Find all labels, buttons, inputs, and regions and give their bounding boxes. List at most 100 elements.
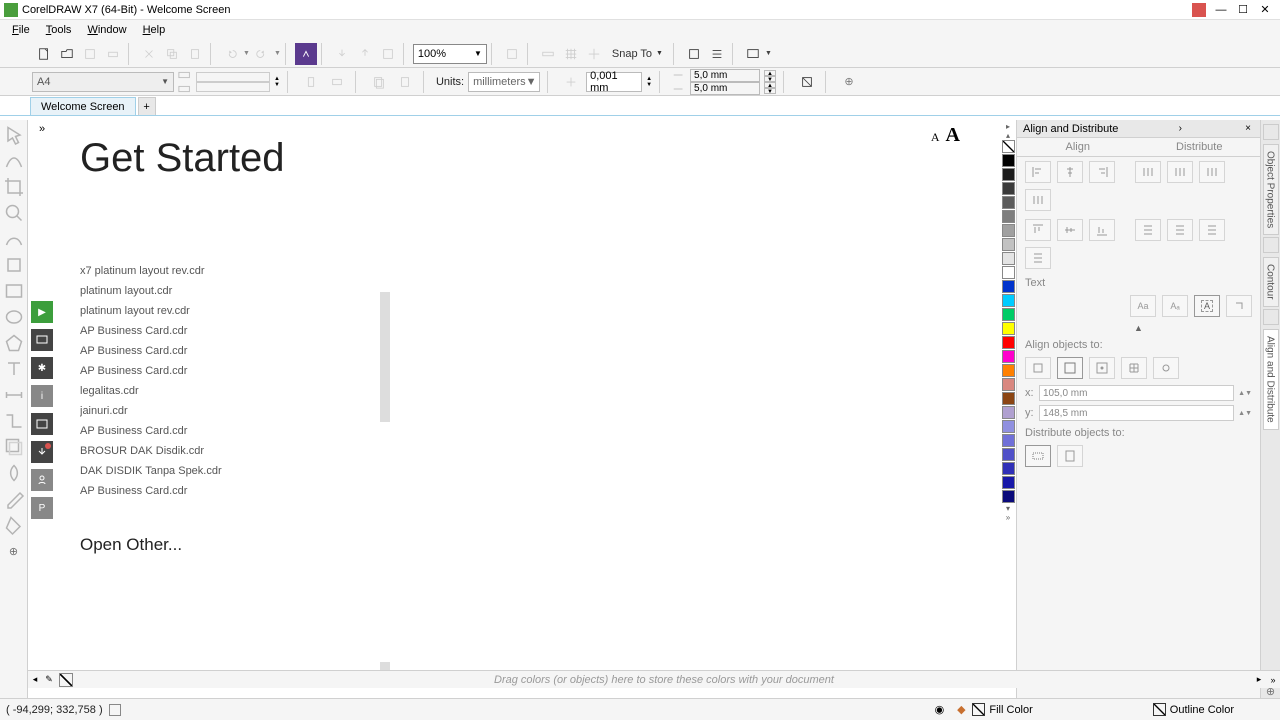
color-swatch[interactable] — [1002, 168, 1015, 181]
collapse-arrow-icon[interactable]: ▲ — [1017, 321, 1260, 335]
nudge-distance-field[interactable]: 0,001 mm — [586, 72, 642, 92]
align-to-active-button[interactable] — [1025, 357, 1051, 379]
dist-to-page-button[interactable] — [1057, 445, 1083, 467]
color-swatch[interactable] — [1002, 294, 1015, 307]
open-other-link[interactable]: Open Other... — [80, 535, 1000, 555]
recent-file-item[interactable]: AP Business Card.cdr — [80, 341, 370, 361]
fill-swatch-icon[interactable]: ◆ — [954, 703, 968, 717]
dup-spinner[interactable]: ▲▼▲▼ — [764, 70, 776, 94]
close-button[interactable]: ✕ — [1254, 1, 1276, 19]
zoom-level-combo[interactable]: 100%▼ — [413, 44, 487, 64]
vtab-icon-properties[interactable] — [1263, 124, 1279, 140]
fill-nocolor-icon[interactable] — [972, 703, 985, 716]
align-left-button[interactable] — [1025, 161, 1051, 183]
new-doc-button[interactable] — [33, 43, 55, 65]
align-top-button[interactable] — [1025, 219, 1051, 241]
menu-tools[interactable]: Tools — [38, 22, 80, 38]
no-color-swatch[interactable] — [1002, 140, 1015, 153]
color-swatch[interactable] — [1002, 238, 1015, 251]
color-swatch[interactable] — [1002, 350, 1015, 363]
welcome-dropdown-button[interactable] — [742, 43, 764, 65]
recent-file-item[interactable]: AP Business Card.cdr — [80, 361, 370, 381]
align-center-h-button[interactable] — [1057, 161, 1083, 183]
dist-center-h-button[interactable] — [1167, 161, 1193, 183]
welcome-product-button[interactable]: P — [31, 497, 53, 519]
color-swatch[interactable] — [1002, 364, 1015, 377]
recent-file-item[interactable]: legalitas.cdr — [80, 381, 370, 401]
vtab-object-properties[interactable]: Object Properties — [1263, 144, 1279, 235]
minimize-button[interactable]: — — [1210, 1, 1232, 19]
new-tab-button[interactable]: + — [138, 97, 156, 115]
page-size-combo[interactable]: A4▼ — [32, 72, 174, 92]
recent-file-item[interactable]: BROSUR DAK Disdik.cdr — [80, 441, 370, 461]
spinner-arrows[interactable]: ▲▼ — [274, 76, 280, 88]
dist-bottom-button[interactable] — [1025, 247, 1051, 269]
color-swatch[interactable] — [1002, 224, 1015, 237]
vtab-align-distribute[interactable]: Align and Distribute — [1263, 329, 1279, 430]
zoom-tool[interactable] — [2, 201, 26, 225]
align-to-grid-button[interactable] — [1121, 357, 1147, 379]
align-to-page-edge-button[interactable] — [1057, 357, 1083, 379]
color-proof-icon[interactable]: ◉ — [932, 703, 946, 717]
color-swatch[interactable] — [1002, 266, 1015, 279]
welcome-info-button[interactable]: i — [31, 385, 53, 407]
recent-file-item[interactable]: AP Business Card.cdr — [80, 421, 370, 441]
doc-palette-nocolor[interactable] — [59, 673, 73, 687]
rectangle-tool[interactable] — [2, 279, 26, 303]
text-tool[interactable] — [2, 357, 26, 381]
user-account-icon[interactable] — [1188, 1, 1210, 19]
doc-palette-left[interactable]: ◂ — [28, 674, 42, 685]
color-swatch[interactable] — [1002, 434, 1015, 447]
snap-to-dropdown[interactable]: Snap To▼ — [606, 48, 669, 60]
palette-scroll-down[interactable]: ▾ — [1006, 504, 1010, 513]
outline-nocolor-icon[interactable] — [1153, 703, 1166, 716]
shape-tool[interactable] — [2, 149, 26, 173]
parallel-dim-tool[interactable] — [2, 383, 26, 407]
recent-file-item[interactable]: AP Business Card.cdr — [80, 481, 370, 501]
doc-palette-right[interactable]: ▸ — [1252, 674, 1266, 685]
text-bounding-button[interactable]: A — [1194, 295, 1220, 317]
welcome-gallery-button[interactable] — [31, 413, 53, 435]
docker-tab-align[interactable]: Align — [1017, 138, 1139, 156]
welcome-get-started-button[interactable]: ▶ — [31, 301, 53, 323]
pick-tool[interactable] — [2, 123, 26, 147]
tab-welcome-screen[interactable]: Welcome Screen — [30, 97, 136, 115]
polygon-tool[interactable] — [2, 331, 26, 355]
recent-file-item[interactable]: jainuri.cdr — [80, 401, 370, 421]
color-swatch[interactable] — [1002, 280, 1015, 293]
align-to-point-button[interactable] — [1153, 357, 1179, 379]
doc-palette-eyedrop[interactable]: ✎ — [42, 674, 56, 685]
palette-expand[interactable]: » — [1006, 513, 1010, 522]
color-swatch[interactable] — [1002, 322, 1015, 335]
connector-tool[interactable] — [2, 409, 26, 433]
color-swatch[interactable] — [1002, 196, 1015, 209]
nudge-spinner[interactable]: ▲▼ — [646, 76, 652, 88]
menu-window[interactable]: Window — [79, 22, 134, 38]
color-swatch[interactable] — [1002, 476, 1015, 489]
welcome-workspace-button[interactable] — [31, 329, 53, 351]
color-swatch[interactable] — [1002, 392, 1015, 405]
color-swatch[interactable] — [1002, 406, 1015, 419]
color-swatch[interactable] — [1002, 210, 1015, 223]
color-swatch[interactable] — [1002, 336, 1015, 349]
dist-right-button[interactable] — [1025, 189, 1051, 211]
vtab-icon-contour[interactable] — [1263, 237, 1279, 253]
text-outline-button[interactable] — [1226, 295, 1252, 317]
color-swatch[interactable] — [1002, 182, 1015, 195]
vtab-icon-align[interactable] — [1263, 309, 1279, 325]
recent-file-item[interactable]: DAK DISDIK Tanpa Spek.cdr — [80, 461, 370, 481]
color-swatch[interactable] — [1002, 378, 1015, 391]
align-right-button[interactable] — [1089, 161, 1115, 183]
color-swatch[interactable] — [1002, 490, 1015, 503]
align-x-field[interactable]: 105,0 mm — [1039, 385, 1234, 401]
toolbox-customize[interactable]: ⊕ — [2, 539, 26, 563]
search-content-button[interactable] — [295, 43, 317, 65]
palette-scroll-up[interactable]: ▴ — [1006, 131, 1010, 140]
color-swatch[interactable] — [1002, 420, 1015, 433]
recent-scrollbar[interactable] — [380, 292, 390, 422]
docker-close-icon[interactable]: × — [1242, 123, 1254, 134]
dist-spacing-h-button[interactable] — [1199, 161, 1225, 183]
freehand-tool[interactable] — [2, 227, 26, 251]
dist-top-button[interactable] — [1135, 219, 1161, 241]
page-width-field[interactable] — [196, 72, 270, 82]
